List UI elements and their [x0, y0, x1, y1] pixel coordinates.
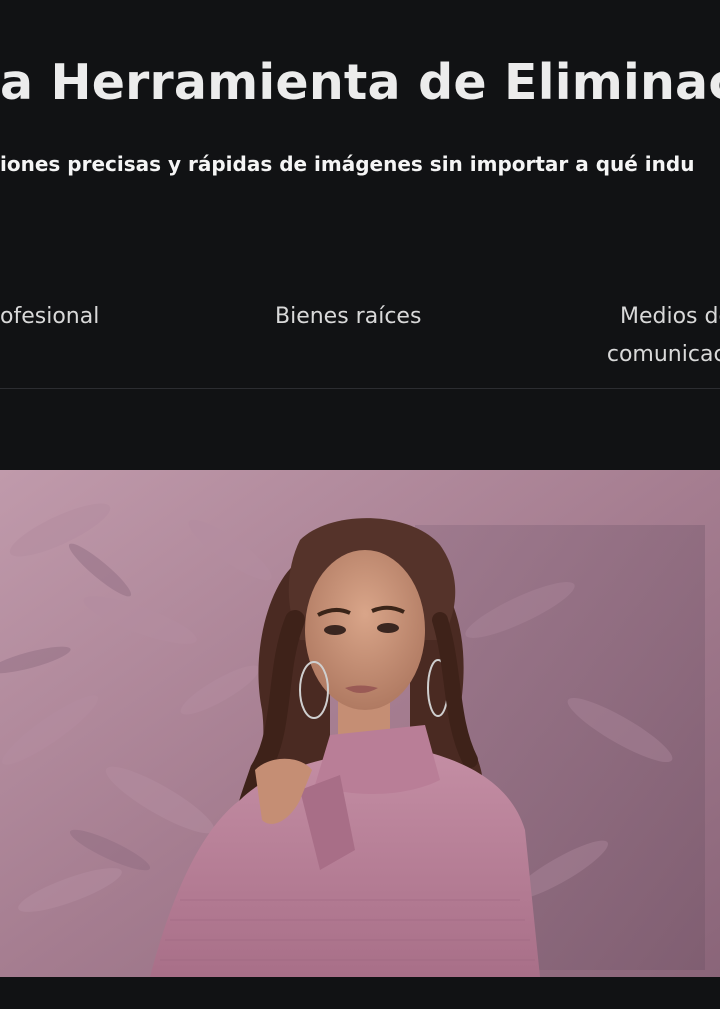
hero-subtitle: iones precisas y rápidas de imágenes sin… [0, 152, 695, 176]
page: a Herramienta de Eliminació iones precis… [0, 0, 720, 1009]
tab-label-line1: Medios de [619, 304, 720, 329]
portrait-illustration [0, 470, 720, 977]
showcase-photo [0, 470, 720, 977]
tab-bienes-raices[interactable]: Bienes raíces [275, 298, 421, 336]
tab-profesional[interactable]: ofesional [0, 298, 99, 336]
tab-medios-de-comunicacion[interactable]: Medios de comunicació [586, 298, 720, 374]
industry-tabs: ofesional Bienes raíces Medios de comuni… [0, 298, 720, 389]
hero-title: a Herramienta de Eliminació [0, 54, 720, 111]
tab-label-line2: comunicació [606, 342, 720, 367]
